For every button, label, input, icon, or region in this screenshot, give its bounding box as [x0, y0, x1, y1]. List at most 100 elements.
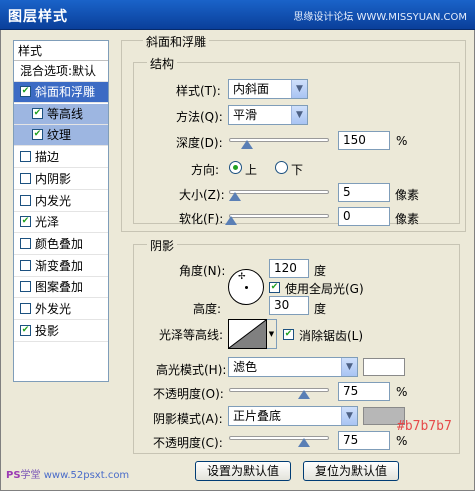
size-label: 大小(Z): [179, 188, 225, 202]
style-checkbox[interactable]: ✔ [20, 324, 31, 336]
chevron-down-icon[interactable]: ▼ [267, 319, 277, 349]
direction-up-radio[interactable] [229, 161, 242, 174]
soften-slider-thumb[interactable] [225, 216, 237, 225]
depth-input[interactable]: 150 [338, 131, 390, 150]
watermark-ps: PS [6, 470, 21, 481]
style-item[interactable]: ✔ 光泽 [14, 212, 108, 234]
highlight-color-swatch[interactable] [363, 358, 405, 376]
style-label: 样式(T): [176, 84, 221, 98]
altitude-input[interactable]: 30 [269, 296, 309, 315]
dial-center-dot [245, 286, 248, 289]
highlight-mode-select[interactable]: 滤色 ▼ [228, 357, 358, 377]
style-item[interactable]: ✔ 投影 [14, 321, 108, 342]
anti-aliased-label: 消除锯齿(L) [299, 329, 364, 343]
style-item[interactable]: ✔ 斜面和浮雕 [14, 82, 108, 103]
direction-up-label: 上 [245, 163, 258, 177]
style-checkbox[interactable] [20, 151, 31, 163]
style-item-label: 颜色叠加 [35, 236, 84, 251]
soften-input[interactable]: 0 [338, 207, 390, 226]
style-item-label: 内阴影 [35, 171, 72, 186]
style-item-label: 斜面和浮雕 [35, 85, 96, 99]
shadow-opacity-slider[interactable] [229, 436, 329, 440]
depth-slider-thumb[interactable] [241, 140, 253, 149]
make-default-button[interactable]: 设置为默认值 [195, 461, 291, 481]
global-light-checkbox[interactable]: ✔ [269, 282, 280, 293]
watermark-text: 学堂 [20, 470, 41, 481]
shadow-opacity-input[interactable]: 75 [338, 431, 390, 450]
watermark: PS学堂 www.52psxt.com [6, 466, 129, 481]
shadow-opacity-thumb[interactable] [298, 438, 310, 447]
soften-label: 软化(F): [179, 212, 224, 226]
angle-label: 角度(N): [179, 264, 226, 278]
shadow-mode-select[interactable]: 正片叠底 ▼ [228, 406, 358, 426]
angle-dial[interactable]: ✢ [228, 269, 264, 305]
technique-label: 方法(Q): [176, 110, 223, 124]
style-item-label: 外发光 [35, 302, 72, 316]
technique-select[interactable]: 平滑 ▼ [228, 105, 308, 125]
style-item-label: 纹理 [47, 128, 72, 143]
highlight-opacity-label: 不透明度(O): [153, 387, 224, 401]
angle-unit: 度 [314, 264, 327, 278]
angle-input[interactable]: 120 [269, 259, 309, 278]
style-item-label: 内发光 [35, 193, 72, 208]
style-item[interactable]: ✔ 等高线 [14, 103, 108, 125]
style-item-label: 等高线 [47, 106, 84, 121]
shadow-mode-value: 正片叠底 [233, 409, 282, 423]
highlight-mode-label: 高光模式(H): [156, 363, 227, 377]
style-item[interactable]: 渐变叠加 [14, 256, 108, 277]
style-checkbox[interactable]: ✔ [20, 86, 31, 97]
style-item[interactable]: 颜色叠加 [14, 234, 108, 255]
style-item[interactable]: 外发光 [14, 299, 108, 320]
reset-default-button[interactable]: 复位为默认值 [303, 461, 399, 481]
style-item[interactable]: 描边 [14, 147, 108, 169]
crosshair-icon: ✢ [238, 272, 246, 282]
structure-title: 结构 [147, 55, 178, 72]
shadow-opacity-label: 不透明度(C): [153, 436, 223, 450]
style-item[interactable]: ✔ 纹理 [14, 125, 108, 147]
style-checkbox[interactable]: ✔ [32, 129, 43, 141]
styles-list: 样式 混合选项:默认 ✔ 斜面和浮雕 ✔ 等高线 ✔ 纹理描边内阴影内发光 ✔ 光泽颜色叠加渐… [13, 40, 109, 382]
direction-down-radio[interactable] [275, 161, 288, 174]
style-select[interactable]: 内斜面 ▼ [228, 79, 308, 99]
style-item-label: 光泽 [35, 215, 60, 230]
size-slider-thumb[interactable] [229, 192, 241, 201]
blending-options-item[interactable]: 混合选项:默认 [14, 61, 108, 82]
style-item-label: 渐变叠加 [35, 258, 84, 273]
highlight-opacity-thumb[interactable] [298, 390, 310, 399]
style-item[interactable]: 图案叠加 [14, 277, 108, 299]
style-checkbox[interactable]: ✔ [20, 216, 31, 228]
gloss-contour-label: 光泽等高线: [159, 328, 224, 342]
style-checkbox[interactable] [20, 303, 31, 314]
window-title: 图层样式 [8, 9, 68, 25]
style-item[interactable]: 内发光 [14, 191, 108, 212]
technique-select-value: 平滑 [233, 108, 258, 122]
highlight-opacity-slider[interactable] [229, 388, 329, 392]
styles-header[interactable]: 样式 [14, 41, 108, 61]
depth-label: 深度(D): [176, 136, 223, 150]
size-slider[interactable] [229, 190, 329, 194]
altitude-unit: 度 [314, 302, 327, 316]
style-item[interactable]: 内阴影 [14, 169, 108, 190]
style-checkbox[interactable] [20, 259, 31, 271]
style-item-label: 图案叠加 [35, 280, 84, 295]
highlight-opacity-input[interactable]: 75 [338, 382, 390, 401]
style-checkbox[interactable] [20, 172, 31, 184]
style-checkbox[interactable] [20, 281, 31, 293]
style-item-label: 描边 [35, 150, 60, 165]
style-checkbox[interactable] [20, 237, 31, 249]
soften-slider[interactable] [229, 214, 329, 218]
contour-curve-icon [228, 319, 267, 349]
size-input[interactable]: 5 [338, 183, 390, 202]
chevron-down-icon: ▼ [291, 80, 307, 98]
chevron-down-icon: ▼ [341, 358, 357, 376]
highlight-opacity-unit: % [396, 385, 408, 399]
gloss-contour-preview[interactable] [228, 319, 267, 349]
shadow-color-hex-annotation: #b7b7b7 [397, 419, 452, 434]
bevel-emboss-title: 斜面和浮雕 [143, 33, 210, 50]
direction-label: 方向: [191, 163, 220, 177]
highlight-mode-value: 滤色 [233, 360, 258, 374]
style-checkbox[interactable]: ✔ [32, 107, 43, 119]
anti-aliased-checkbox[interactable]: ✔ [283, 329, 294, 340]
size-unit: 像素 [395, 188, 420, 202]
style-checkbox[interactable] [20, 194, 31, 206]
